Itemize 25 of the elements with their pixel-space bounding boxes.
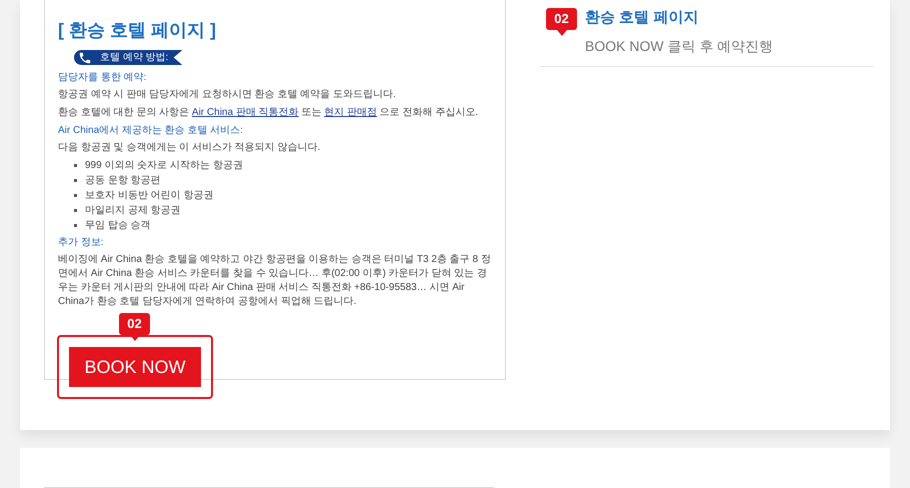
paragraph: 베이징에 Air China 환승 호텔을 예약하고 야간 항공편을 이용하는 승객은 터미널 T3 2층 출구 8 정면에서 Air China 환승 서비스 카운터를 찾을 수 있습니다… 후(02:00 이후) 카운터가 닫혀 있는 경우는 카운터 게시판의 안내에 따라 Air China 판매 서비스 직통전화 +86-10-95583… 시면 Air China가 환승 호텔 담당자에게 연락하여 공항에서 픽업해 드립니다. — [58, 253, 492, 309]
bullet-icon — [74, 164, 77, 167]
bullet-icon — [74, 194, 77, 197]
section-label: 담당자를 통한 예약: — [58, 71, 148, 84]
section-label: 추가 정보: — [58, 236, 105, 249]
list-item: 무임 탑승 승객 — [85, 219, 151, 232]
list-item: 마일리지 공제 항공권 — [85, 204, 181, 217]
paragraph: 다음 항공권 및 승객에게는 이 서비스가 적용되지 않습니다. — [58, 141, 322, 155]
paragraph: 환승 호텔에 대한 문의 사항은 Air China 판매 직통전화 또는 현지 판매점 으로 전화해 주십시오. — [58, 106, 480, 120]
list-item: 보호자 비동반 어린이 항공권 — [85, 189, 214, 202]
page-heading: [ 환승 호텔 페이지 ] — [58, 19, 217, 42]
phone-icon — [78, 50, 92, 64]
book-now-button[interactable]: BOOK NOW — [69, 347, 201, 387]
ribbon-label: 호텔 예약 방법: — [100, 51, 168, 65]
bullet-icon — [74, 224, 77, 227]
text-link[interactable]: 현지 판매점 — [324, 107, 377, 118]
list-item: 공동 운항 항공편 — [85, 174, 161, 187]
paragraph: 항공권 예약 시 판매 담당자에게 요청하시면 환승 호텔 예약을 도와드립니다. — [58, 88, 397, 102]
list-item: 999 이외의 숫자로 시작하는 항공권 — [85, 159, 243, 172]
bullet-icon — [74, 179, 77, 182]
step-title: 환승 호텔 페이지 — [585, 8, 700, 28]
step-description: BOOK NOW 클릭 후 예약진행 — [585, 37, 774, 56]
section-label: Air China에서 제공하는 환승 호텔 서비스: — [58, 124, 244, 137]
text-link[interactable]: Air China 판매 직통전화 — [192, 107, 299, 118]
bullet-icon — [74, 209, 77, 212]
